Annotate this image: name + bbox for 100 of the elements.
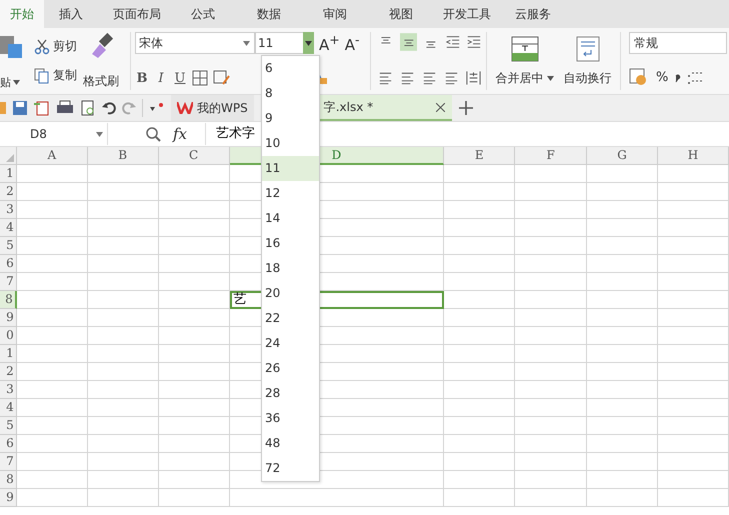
menu-item[interactable]: 28 bbox=[262, 381, 319, 406]
column-header[interactable]: H bbox=[658, 147, 729, 165]
row-header[interactable]: 7 bbox=[0, 453, 17, 471]
table-cell bbox=[587, 381, 658, 399]
font-style-button[interactable]: U bbox=[173, 70, 187, 86]
merge-center-button[interactable]: 合并居中 bbox=[496, 36, 554, 86]
menu-item[interactable]: 11 bbox=[262, 156, 319, 181]
wrap-text-button[interactable]: 自动换行 bbox=[564, 36, 612, 86]
table-cell bbox=[16, 255, 88, 273]
font-name-field[interactable]: 宋体 bbox=[135, 32, 255, 54]
ribbon-tab[interactable]: 审阅 bbox=[308, 0, 374, 28]
column-header[interactable]: A bbox=[16, 147, 88, 165]
menu-item[interactable]: 12 bbox=[262, 181, 319, 206]
menu-item[interactable]: 14 bbox=[262, 206, 319, 231]
table-cell bbox=[88, 363, 159, 381]
menu-item[interactable]: 72 bbox=[262, 456, 319, 481]
my-wps-tab[interactable]: 我的WPS bbox=[171, 95, 254, 121]
print-preview-icon[interactable] bbox=[80, 100, 96, 116]
horizontal-align-icon[interactable] bbox=[377, 70, 394, 86]
row-header[interactable]: 1 bbox=[0, 165, 17, 183]
column-header[interactable]: G bbox=[587, 147, 658, 165]
column-header[interactable]: C bbox=[158, 147, 230, 165]
copy-button[interactable]: 复制 bbox=[34, 67, 77, 84]
ribbon-tab[interactable]: 页面布局 bbox=[110, 0, 176, 28]
ribbon-tab[interactable]: 开发工具 bbox=[440, 0, 506, 28]
table-cell bbox=[158, 255, 230, 273]
row-header[interactable]: 3 bbox=[0, 381, 17, 399]
name-box[interactable]: D8 bbox=[0, 123, 108, 145]
row-header[interactable]: 8 bbox=[0, 471, 17, 489]
table-cell bbox=[158, 273, 230, 291]
column-header[interactable]: E bbox=[444, 147, 516, 165]
cut-button[interactable]: 剪切 bbox=[34, 38, 77, 55]
decrease-indent-icon[interactable] bbox=[445, 34, 462, 50]
menu-item[interactable]: 16 bbox=[262, 231, 319, 256]
function-button[interactable]: fx bbox=[173, 125, 188, 143]
table-cell bbox=[658, 471, 729, 489]
column-header[interactable]: B bbox=[88, 147, 159, 165]
row-header[interactable]: 4 bbox=[0, 219, 17, 237]
fill-color-icon[interactable] bbox=[213, 70, 231, 86]
menu-item[interactable]: 48 bbox=[262, 431, 319, 456]
shrink-font-button[interactable]: A$^{-}$ bbox=[344, 32, 360, 54]
table-cell bbox=[158, 201, 230, 219]
row-header[interactable]: 8 bbox=[0, 291, 17, 309]
menu-item[interactable]: 26 bbox=[262, 356, 319, 381]
print-icon[interactable] bbox=[56, 100, 74, 116]
horizontal-align-icon[interactable] bbox=[443, 70, 460, 86]
row-header[interactable]: 0 bbox=[0, 327, 17, 345]
menu-item[interactable]: 22 bbox=[262, 306, 319, 331]
menu-item[interactable]: 6 bbox=[262, 56, 319, 81]
row-header[interactable]: 3 bbox=[0, 201, 17, 219]
export-icon[interactable] bbox=[34, 100, 50, 116]
search-icon[interactable] bbox=[146, 126, 161, 142]
row-header[interactable]: 2 bbox=[0, 183, 17, 201]
menu-item[interactable]: 24 bbox=[262, 331, 319, 356]
row-header[interactable]: 6 bbox=[0, 255, 17, 273]
font-style-button[interactable]: B bbox=[135, 70, 149, 86]
menu-item[interactable]: 8 bbox=[262, 81, 319, 106]
table-cell bbox=[158, 435, 230, 453]
vertical-align-icon[interactable] bbox=[400, 32, 418, 52]
column-header[interactable]: F bbox=[515, 147, 588, 165]
row-header[interactable]: 9 bbox=[0, 309, 17, 327]
row-header[interactable]: 4 bbox=[0, 399, 17, 417]
horizontal-align-icon[interactable] bbox=[421, 70, 438, 86]
ribbon-tab[interactable]: 公式 bbox=[176, 0, 242, 28]
table-cell bbox=[587, 219, 658, 237]
row-header[interactable]: 7 bbox=[0, 273, 17, 291]
table-cell bbox=[88, 273, 159, 291]
font-size-dropdown-button[interactable] bbox=[303, 32, 314, 54]
ribbon-tab[interactable]: 数据 bbox=[242, 0, 308, 28]
format-painter-button[interactable]: 格式刷 bbox=[83, 32, 119, 90]
increase-indent-icon[interactable] bbox=[466, 34, 482, 50]
formula-field[interactable]: 艺术字 bbox=[205, 123, 258, 145]
percent-button[interactable]: % bbox=[656, 70, 668, 84]
row-header[interactable]: 2 bbox=[0, 363, 17, 381]
font-size-field[interactable]: 11 bbox=[255, 32, 303, 54]
row-header[interactable]: 6 bbox=[0, 435, 17, 453]
row-header[interactable]: 1 bbox=[0, 345, 17, 363]
close-icon[interactable] bbox=[436, 101, 445, 115]
border-icon[interactable] bbox=[192, 70, 208, 86]
ribbon-tab[interactable]: 插入 bbox=[44, 0, 110, 28]
row-header[interactable]: 9 bbox=[0, 489, 17, 507]
ribbon-tab[interactable]: 视图 bbox=[374, 0, 440, 28]
number-format-field[interactable]: 常规 bbox=[629, 32, 727, 54]
menu-item[interactable]: 36 bbox=[262, 406, 319, 431]
grow-font-button[interactable]: A$^{+}$ bbox=[319, 32, 340, 54]
ribbon-tab[interactable]: 云服务 bbox=[506, 0, 572, 28]
ribbon-tab[interactable]: 开始 bbox=[0, 0, 44, 28]
font-style-button[interactable]: I bbox=[154, 70, 168, 86]
horizontal-align-icon[interactable] bbox=[399, 70, 416, 86]
document-tab[interactable]: 字.xlsx * bbox=[320, 95, 452, 121]
table-cell bbox=[16, 381, 88, 399]
undo-icon[interactable] bbox=[102, 101, 116, 115]
new-tab-icon[interactable] bbox=[458, 101, 473, 115]
row-header[interactable]: 5 bbox=[0, 237, 17, 255]
paste-button[interactable]: 贴 bbox=[0, 75, 28, 90]
save-icon[interactable] bbox=[12, 100, 28, 116]
menu-item[interactable]: 9 bbox=[262, 106, 319, 131]
menu-item[interactable]: 18 bbox=[262, 256, 319, 281]
row-header[interactable]: 5 bbox=[0, 417, 17, 435]
distribute-icon[interactable] bbox=[465, 70, 482, 86]
